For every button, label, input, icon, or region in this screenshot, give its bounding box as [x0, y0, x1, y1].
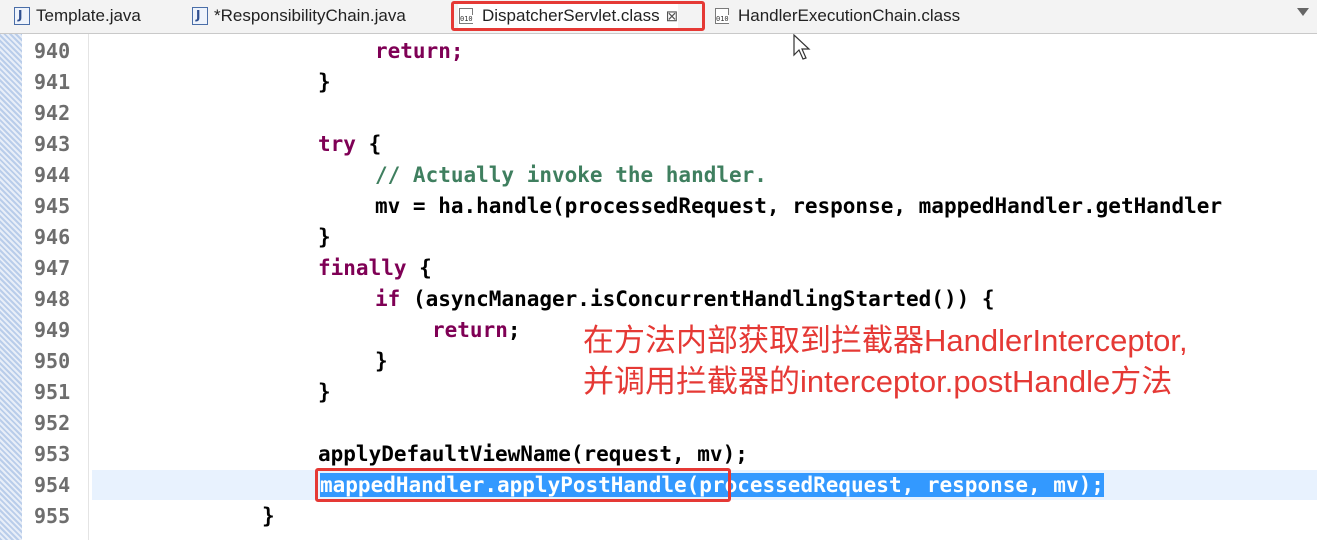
annotation-line-2: 并调用拦截器的interceptor.postHandle方法 — [583, 364, 1173, 399]
selected-call-args[interactable]: (processedRequest, response, mv); — [686, 473, 1104, 497]
code-text: mv = ha.handle(processedRequest, respons… — [375, 194, 1223, 218]
code-line: 940 return; — [0, 36, 1317, 67]
code-line: 952 — [0, 408, 1317, 439]
line-number: 944 — [34, 163, 71, 187]
line-number: 946 — [34, 225, 71, 249]
code-text: try { — [318, 129, 381, 160]
tab-list-chevron-icon[interactable] — [1297, 8, 1309, 16]
code-text: return; — [432, 315, 521, 346]
code-text: } — [375, 349, 388, 373]
tab-label: *ResponsibilityChain.java — [214, 6, 406, 25]
class-file-icon — [714, 7, 732, 25]
keyword-try: try — [318, 132, 356, 156]
code-line: 947 finally { — [0, 253, 1317, 284]
tab-responsibilitychain-java[interactable]: *ResponsibilityChain.java — [192, 2, 406, 30]
line-number: 941 — [34, 70, 71, 94]
code-comment: // Actually invoke the handler. — [375, 163, 767, 187]
code-line: 942 — [0, 98, 1317, 129]
code-rest: (asyncManager.isConcurrentHandlingStarte… — [400, 287, 995, 311]
code-line: 943 try { — [0, 129, 1317, 160]
code-text: return; — [375, 39, 464, 63]
tab-template-java[interactable]: Template.java — [14, 2, 141, 30]
code-text: applyDefaultViewName(request, mv); — [318, 442, 748, 466]
line-number: 945 — [34, 194, 71, 218]
line-number: 950 — [34, 349, 71, 373]
java-file-icon — [14, 7, 30, 25]
active-tab-highlight-box — [451, 1, 705, 31]
mouse-pointer-icon — [793, 34, 811, 60]
code-line: 948 if (asyncManager.isConcurrentHandlin… — [0, 284, 1317, 315]
tab-label: HandlerExecutionChain.class — [738, 6, 961, 25]
code-line: 946 } — [0, 222, 1317, 253]
line-number: 942 — [34, 101, 71, 125]
line-number: 947 — [34, 256, 71, 280]
annotation-line-1: 在方法内部获取到拦截器HandlerInterceptor, — [583, 323, 1188, 358]
code-text: } — [318, 225, 331, 249]
code-line: 955 } — [0, 501, 1317, 532]
editor-tab-bar: Template.java *ResponsibilityChain.java … — [0, 0, 1317, 34]
line-number: 949 — [34, 318, 71, 342]
line-number: 948 — [34, 287, 71, 311]
code-rest: { — [355, 132, 382, 156]
code-line: 944 // Actually invoke the handler. — [0, 160, 1317, 191]
tab-label: Template.java — [36, 6, 141, 25]
annotation-text: 在方法内部获取到拦截器HandlerInterceptor, 并调用拦截器的in… — [583, 320, 1188, 402]
line-number: 952 — [34, 411, 71, 435]
code-text: } — [262, 504, 275, 528]
tab-handlerexecutionchain-class[interactable]: HandlerExecutionChain.class — [714, 2, 960, 30]
line-number: 954 — [34, 473, 71, 497]
code-text: finally { — [318, 253, 432, 284]
keyword-return: return — [432, 318, 508, 342]
code-editor[interactable]: 940 return; 941 } 942 943 try { 944 // A… — [0, 34, 1317, 540]
code-text: } — [318, 380, 331, 404]
keyword-if: if — [375, 287, 401, 311]
code-text: if (asyncManager.isConcurrentHandlingSta… — [375, 284, 995, 315]
code-line: 941 } — [0, 67, 1317, 98]
code-rest: ; — [507, 318, 521, 342]
line-number: 943 — [34, 132, 71, 156]
line-number: 940 — [34, 39, 71, 63]
line-number: 953 — [34, 442, 71, 466]
code-text: } — [318, 70, 331, 94]
code-line: 945 mv = ha.handle(processedRequest, res… — [0, 191, 1317, 222]
keyword-finally: finally — [318, 256, 407, 280]
code-line: 953 applyDefaultViewName(request, mv); — [0, 439, 1317, 470]
line-number: 955 — [34, 504, 71, 528]
java-file-icon — [192, 7, 208, 25]
method-call-highlight-box — [315, 468, 731, 502]
code-rest: { — [406, 256, 432, 280]
line-number: 951 — [34, 380, 71, 404]
